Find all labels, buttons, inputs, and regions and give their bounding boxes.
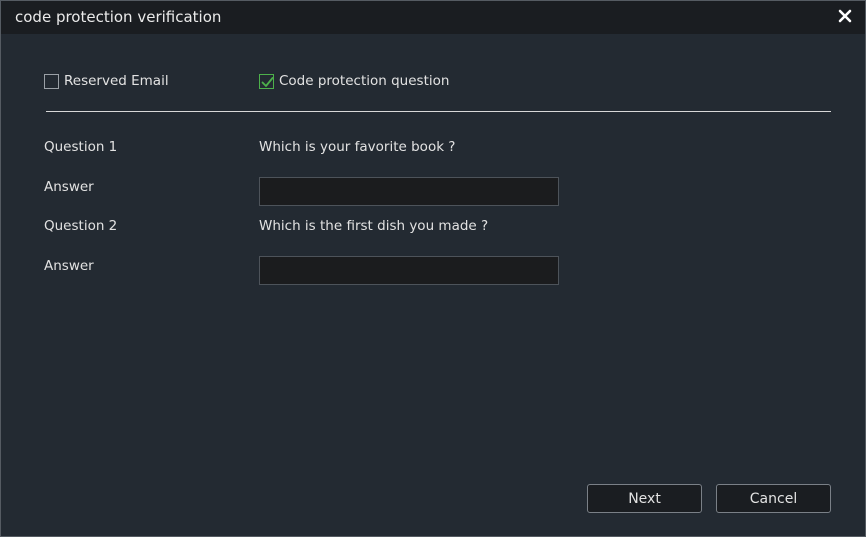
question-2-label: Question 2	[44, 218, 118, 234]
reserved-email-option[interactable]: Reserved Email	[44, 72, 169, 90]
question-1-label: Question 1	[44, 139, 118, 155]
next-button[interactable]: Next	[587, 484, 702, 513]
answer-2-label: Answer	[44, 258, 94, 274]
reserved-email-label: Reserved Email	[64, 73, 169, 89]
answer-2-input[interactable]	[259, 256, 559, 285]
close-icon[interactable]	[837, 6, 853, 26]
verification-dialog: code protection verification Reserved Em…	[0, 0, 866, 537]
code-protection-question-option[interactable]: Code protection question	[259, 72, 449, 90]
code-protection-question-checkbox[interactable]	[259, 73, 274, 89]
answer-1-input[interactable]	[259, 177, 559, 206]
divider	[46, 111, 831, 112]
code-protection-question-label: Code protection question	[279, 73, 450, 89]
reserved-email-checkbox[interactable]	[44, 73, 59, 89]
question-1-text: Which is your favorite book ?	[259, 139, 456, 155]
dialog-title: code protection verification	[15, 8, 222, 26]
checkmark-icon	[261, 76, 274, 87]
answer-1-label: Answer	[44, 179, 94, 195]
dialog-titlebar: code protection verification	[1, 1, 865, 34]
question-2-text: Which is the first dish you made ?	[259, 218, 489, 234]
cancel-button[interactable]: Cancel	[716, 484, 831, 513]
